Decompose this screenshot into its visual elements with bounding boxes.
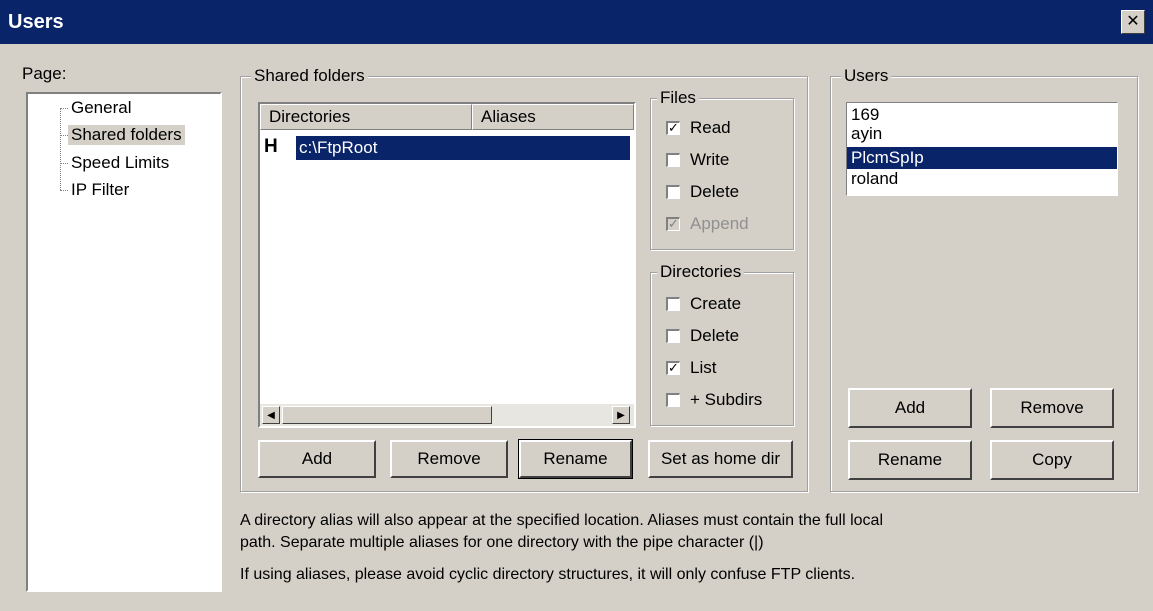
directories-caption: Directories xyxy=(657,262,745,282)
tree-item-general[interactable]: General xyxy=(68,98,134,118)
checkbox-label: Create xyxy=(690,294,742,313)
scroll-left-icon[interactable]: ◀ xyxy=(262,406,280,424)
close-icon[interactable]: ✕ xyxy=(1121,10,1145,34)
tree-connector xyxy=(60,190,68,191)
checkbox-box: ✓ xyxy=(666,217,680,231)
title-bar: Users ✕ xyxy=(0,0,1153,44)
files-read-checkbox[interactable]: ✓ Read xyxy=(666,118,731,138)
column-header-directories[interactable]: Directories xyxy=(260,104,472,130)
alias-info-line2: path. Separate multiple aliases for one … xyxy=(240,534,764,551)
checkbox-label: Delete xyxy=(690,182,740,201)
set-home-dir-button[interactable]: Set as home dir xyxy=(648,440,793,478)
tree-connector xyxy=(60,108,68,109)
files-write-checkbox[interactable]: Write xyxy=(666,150,729,170)
tree-connector xyxy=(60,135,68,136)
page-tree: General Shared folders Speed Limits IP F… xyxy=(26,92,222,592)
checkbox-label: Read xyxy=(690,118,731,137)
list-item[interactable]: 169 xyxy=(851,105,879,124)
checkbox-label: + Subdirs xyxy=(690,390,763,409)
users-list[interactable]: 169 ayin PlcmSpIp roland xyxy=(846,102,1118,196)
dirs-create-checkbox[interactable]: Create xyxy=(666,294,741,314)
tree-connector xyxy=(60,163,68,164)
scroll-right-icon[interactable]: ▶ xyxy=(612,406,630,424)
checkbox-box: ✓ xyxy=(666,361,680,375)
directory-row[interactable]: H c:\FtpRoot xyxy=(260,134,634,162)
shared-folders-caption: Shared folders xyxy=(251,66,368,86)
files-caption: Files xyxy=(657,88,699,108)
rename-folder-button[interactable]: Rename xyxy=(518,439,633,479)
alias-info-line1: A directory alias will also appear at th… xyxy=(240,512,884,529)
dirs-subdirs-checkbox[interactable]: + Subdirs xyxy=(666,390,762,410)
horizontal-scrollbar[interactable]: ◀ ▶ xyxy=(260,404,634,426)
users-caption: Users xyxy=(841,66,892,86)
window-title: Users xyxy=(8,10,64,33)
add-folder-button[interactable]: Add xyxy=(258,440,376,478)
checkbox-label: Delete xyxy=(690,326,740,345)
list-item[interactable]: PlcmSpIp xyxy=(847,147,1117,169)
files-append-checkbox: ✓ Append xyxy=(666,214,749,234)
home-dir-marker: H xyxy=(264,136,278,157)
dirs-list-checkbox[interactable]: ✓ List xyxy=(666,358,716,378)
checkbox-box xyxy=(666,297,680,311)
remove-folder-button[interactable]: Remove xyxy=(390,440,508,478)
tree-item-ip-filter[interactable]: IP Filter xyxy=(68,180,132,200)
add-user-button[interactable]: Add xyxy=(848,388,972,428)
directory-path: c:\FtpRoot xyxy=(296,136,630,160)
scroll-thumb[interactable] xyxy=(282,406,492,424)
remove-user-button[interactable]: Remove xyxy=(990,388,1114,428)
checkbox-label: Append xyxy=(690,214,749,233)
page-label: Page: xyxy=(22,64,67,83)
checkbox-box xyxy=(666,153,680,167)
checkbox-label: Write xyxy=(690,150,730,169)
checkbox-box xyxy=(666,329,680,343)
list-item[interactable]: ayin xyxy=(851,124,882,143)
checkbox-label: List xyxy=(690,358,717,377)
tree-item-speed-limits[interactable]: Speed Limits xyxy=(68,153,172,173)
directory-list[interactable]: Directories Aliases H c:\FtpRoot ◀ ▶ xyxy=(258,102,636,428)
checkbox-box xyxy=(666,185,680,199)
list-item[interactable]: roland xyxy=(851,169,898,188)
copy-user-button[interactable]: Copy xyxy=(990,440,1114,480)
tree-connector xyxy=(60,108,61,190)
tree-item-shared-folders[interactable]: Shared folders xyxy=(68,125,185,145)
alias-info-line3: If using aliases, please avoid cyclic di… xyxy=(240,566,856,583)
files-delete-checkbox[interactable]: Delete xyxy=(666,182,739,202)
rename-user-button[interactable]: Rename xyxy=(848,440,972,480)
checkbox-box xyxy=(666,393,680,407)
checkbox-box: ✓ xyxy=(666,121,680,135)
dirs-delete-checkbox[interactable]: Delete xyxy=(666,326,739,346)
column-header-aliases[interactable]: Aliases xyxy=(472,104,634,130)
